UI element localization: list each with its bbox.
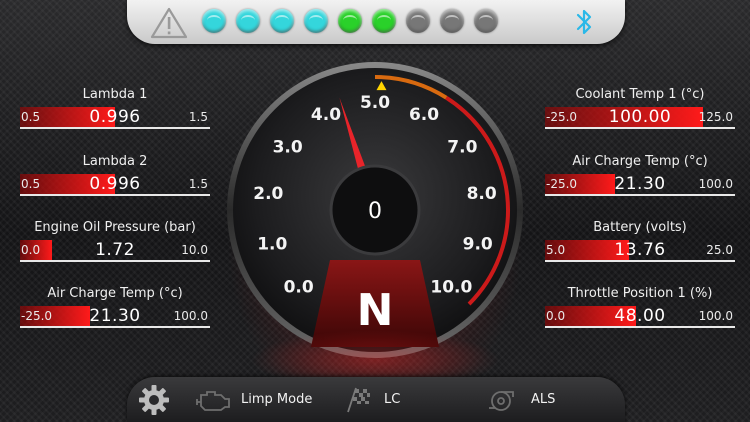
gauge-title: Lambda 1 <box>82 87 148 102</box>
gauge-max: 100.0 <box>698 309 733 323</box>
lc-button[interactable]: LC <box>342 377 400 422</box>
turbo-icon <box>489 390 514 411</box>
gauge-title: Coolant Temp 1 (°c) <box>575 87 705 102</box>
gauge-max: 100.0 <box>173 309 208 323</box>
center-readout: 0 <box>368 199 382 224</box>
tach-tick-label: 9.0 <box>463 234 493 254</box>
tach-tick-label: 1.0 <box>257 234 287 254</box>
status-led-1 <box>202 9 226 33</box>
right-gauge-3: Battery (volts) 5.0 13.76 25.0 <box>545 220 735 280</box>
gauge-title: Battery (volts) <box>593 220 687 235</box>
tach-tick-label: 8.0 <box>467 184 497 204</box>
gauge-track: 0.0 1.72 10.0 <box>20 240 210 262</box>
gauge-title: Throttle Position 1 (%) <box>567 286 713 301</box>
left-gauge-3: Engine Oil Pressure (bar) 0.0 1.72 10.0 <box>20 220 210 280</box>
gauge-track: 0.5 0.996 1.5 <box>20 174 210 196</box>
status-led-6 <box>372 9 396 33</box>
left-gauge-1: Lambda 1 0.5 0.996 1.5 <box>20 87 210 147</box>
right-gauge-4: Throttle Position 1 (%) 0.0 48.00 100.0 <box>545 286 735 346</box>
als-button[interactable]: ALS <box>485 377 555 422</box>
limp-mode-button[interactable]: Limp Mode <box>195 377 312 422</box>
gear-icon <box>139 384 169 415</box>
left-gauge-2: Lambda 2 0.5 0.996 1.5 <box>20 154 210 214</box>
gauge-track: -25.0 21.30 100.0 <box>545 174 735 196</box>
tach-tick-label: 0.0 <box>284 277 314 297</box>
gauge-track: 5.0 13.76 25.0 <box>545 240 735 262</box>
right-gauge-1: Coolant Temp 1 (°c) -25.0 100.00 125.0 <box>545 87 735 147</box>
gauge-track: 0.5 0.996 1.5 <box>20 107 210 129</box>
warning-triangle-icon[interactable] <box>149 6 189 40</box>
checkered-flag-icon <box>347 387 370 412</box>
gauge-title: Air Charge Temp (°c) <box>47 286 183 301</box>
status-bar <box>127 0 625 44</box>
tach-tick-label: 6.0 <box>409 105 439 125</box>
tach-tick-label: 10.0 <box>430 277 472 297</box>
gauge-value: 0.996 <box>89 174 141 194</box>
tach-tick-label: 5.0 <box>360 93 390 113</box>
right-gauge-2: Air Charge Temp (°c) -25.0 21.30 100.0 <box>545 154 735 214</box>
limp-mode-label: Limp Mode <box>241 392 313 407</box>
gauge-title: Lambda 2 <box>82 154 148 169</box>
bottom-bar: Limp Mode LC ALS <box>127 377 625 422</box>
gauge-track: -25.0 100.00 125.0 <box>545 107 735 129</box>
settings-button[interactable] <box>137 377 171 422</box>
gauge-track: 0.0 48.00 100.0 <box>545 306 735 328</box>
tach-tick-label: 7.0 <box>447 138 477 158</box>
status-led-9 <box>474 9 498 33</box>
als-label: ALS <box>531 392 556 407</box>
left-gauge-4: Air Charge Temp (°c) -25.0 21.30 100.0 <box>20 286 210 346</box>
tachometer: 0.0 1.0 2.0 3.0 4.0 5.0 6.0 7.0 8.0 9.0 10.0 N 0 <box>227 62 523 358</box>
status-led-5 <box>338 9 362 33</box>
tach-tick-label: 2.0 <box>253 184 283 204</box>
lc-label: LC <box>384 392 401 407</box>
gauge-title: Engine Oil Pressure (bar) <box>34 220 196 235</box>
gauge-max: 10.0 <box>181 243 208 257</box>
gauge-max: 125.0 <box>698 110 733 124</box>
tach-tick-label: 4.0 <box>311 105 341 125</box>
status-led-4 <box>304 9 328 33</box>
gauge-max: 100.0 <box>698 177 733 191</box>
status-led-3 <box>270 9 294 33</box>
gauge-max: 25.0 <box>706 243 733 257</box>
gauge-track: -25.0 21.30 100.0 <box>20 306 210 328</box>
status-led-8 <box>440 9 464 33</box>
engine-icon <box>196 390 230 411</box>
gauge-max: 1.5 <box>188 177 208 191</box>
gauge-max: 1.5 <box>188 110 208 124</box>
gear-indicator: N <box>357 285 394 336</box>
bluetooth-icon[interactable] <box>573 7 595 37</box>
status-led-2 <box>236 9 260 33</box>
tach-tick-label: 3.0 <box>273 138 303 158</box>
status-led-7 <box>406 9 430 33</box>
gauge-title: Air Charge Temp (°c) <box>572 154 708 169</box>
gauge-value: 0.996 <box>89 107 141 127</box>
